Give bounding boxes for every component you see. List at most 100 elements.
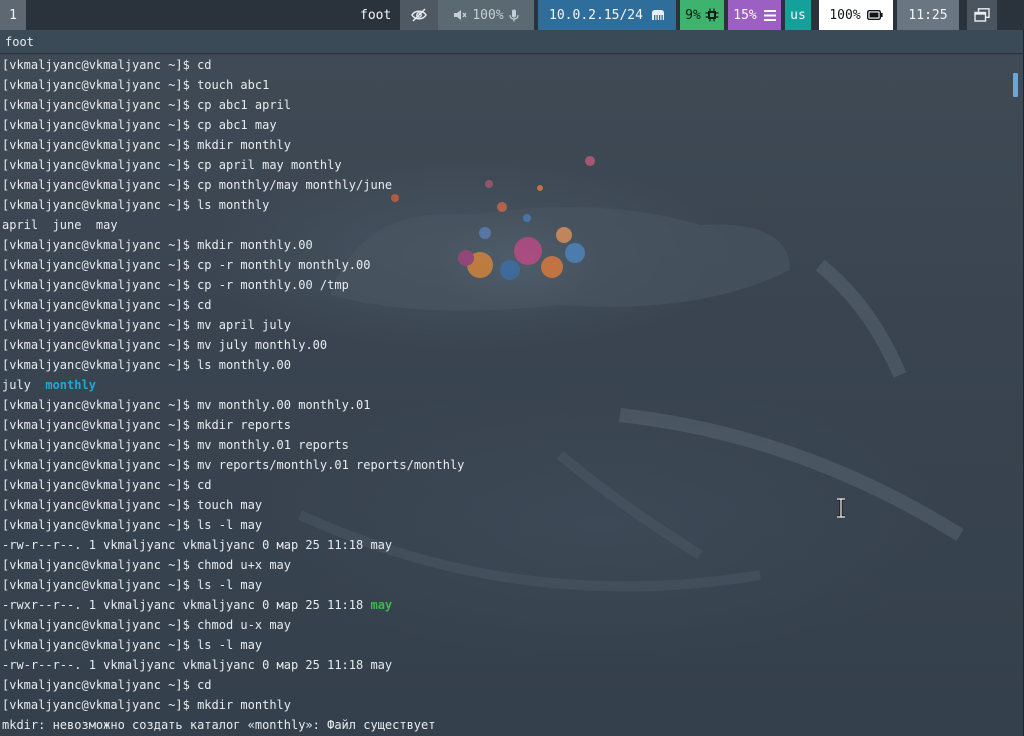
shell-prompt: [vkmaljyanc@vkmaljyanc ~]$ (2, 518, 198, 532)
memory-bars-icon (763, 9, 776, 21)
command-text: mkdir monthly (197, 698, 291, 712)
command-text: mv monthly.00 monthly.01 (197, 398, 371, 412)
terminal-output-line: -rw-r--r--. 1 vkmaljyanc vkmaljyanc 0 ма… (2, 655, 464, 675)
command-text: touch abc1 (197, 78, 270, 92)
shell-prompt: [vkmaljyanc@vkmaljyanc ~]$ (2, 478, 198, 492)
command-text: mv july monthly.00 (197, 338, 328, 352)
terminal-command-line: [vkmaljyanc@vkmaljyanc ~]$ cd (2, 55, 464, 75)
window-switcher-button[interactable] (967, 0, 997, 30)
terminal-command-line: [vkmaljyanc@vkmaljyanc ~]$ cd (2, 675, 464, 695)
terminal-command-line: [vkmaljyanc@vkmaljyanc ~]$ cp monthly/ma… (2, 175, 464, 195)
command-text: ls -l may (197, 578, 263, 592)
separator (959, 0, 967, 30)
shell-prompt: [vkmaljyanc@vkmaljyanc ~]$ (2, 78, 198, 92)
terminal-command-line: [vkmaljyanc@vkmaljyanc ~]$ ls monthly.00 (2, 355, 464, 375)
terminal-output-line: july monthly (2, 375, 464, 395)
idle-inhibitor-button[interactable] (400, 0, 438, 30)
terminal-command-line: [vkmaljyanc@vkmaljyanc ~]$ chmod u-x may (2, 615, 464, 635)
shell-prompt: [vkmaljyanc@vkmaljyanc ~]$ (2, 418, 198, 432)
shell-prompt: [vkmaljyanc@vkmaljyanc ~]$ (2, 398, 198, 412)
command-text: mkdir monthly (197, 138, 291, 152)
network-module[interactable]: 10.0.2.15/24 (538, 0, 676, 30)
shell-prompt: [vkmaljyanc@vkmaljyanc ~]$ (2, 178, 198, 192)
audio-module[interactable]: 100% (438, 0, 534, 30)
command-text: mv april july (197, 318, 291, 332)
command-text: cp -r monthly monthly.00 (197, 258, 371, 272)
command-text: cp -r monthly.00 /tmp (197, 278, 349, 292)
command-text: ls -l may (197, 638, 263, 652)
workspace-button[interactable]: 1 (0, 0, 26, 30)
output-text: -rwxr--r--. 1 vkmaljyanc vkmaljyanc 0 ма… (2, 598, 371, 612)
command-text: chmod u+x may (197, 558, 291, 572)
terminal-command-line: [vkmaljyanc@vkmaljyanc ~]$ touch may (2, 495, 464, 515)
terminal-command-line: [vkmaljyanc@vkmaljyanc ~]$ mv july month… (2, 335, 464, 355)
terminal-command-line: [vkmaljyanc@vkmaljyanc ~]$ mv april july (2, 315, 464, 335)
cpu-usage: 9% (685, 7, 701, 23)
battery-module[interactable]: 100% (819, 0, 893, 30)
terminal-command-line: [vkmaljyanc@vkmaljyanc ~]$ cp -r monthly… (2, 255, 464, 275)
shell-prompt: [vkmaljyanc@vkmaljyanc ~]$ (2, 118, 198, 132)
terminal-command-line: [vkmaljyanc@vkmaljyanc ~]$ cp -r monthly… (2, 275, 464, 295)
shell-prompt: [vkmaljyanc@vkmaljyanc ~]$ (2, 58, 198, 72)
terminal-command-line: [vkmaljyanc@vkmaljyanc ~]$ mkdir monthly… (2, 235, 464, 255)
shell-prompt: [vkmaljyanc@vkmaljyanc ~]$ (2, 298, 198, 312)
command-text: ls -l may (197, 518, 263, 532)
terminal-command-line: [vkmaljyanc@vkmaljyanc ~]$ cp abc1 may (2, 115, 464, 135)
command-text: mv monthly.01 reports (197, 438, 349, 452)
terminal-output: [vkmaljyanc@vkmaljyanc ~]$ cd [vkmaljyanc… (2, 55, 464, 735)
shell-prompt: [vkmaljyanc@vkmaljyanc ~]$ (2, 498, 198, 512)
output-text: april june may (2, 218, 118, 232)
focused-app-name: foot (360, 7, 392, 23)
command-text: cd (197, 678, 212, 692)
shell-prompt: [vkmaljyanc@vkmaljyanc ~]$ (2, 438, 198, 452)
executable-name: may (370, 598, 393, 612)
output-text: -rw-r--r--. 1 vkmaljyanc vkmaljyanc 0 ма… (2, 658, 393, 672)
cpu-chip-icon (705, 8, 719, 22)
shell-prompt: [vkmaljyanc@vkmaljyanc ~]$ (2, 678, 198, 692)
workspace-number: 1 (9, 7, 17, 23)
status-bar: 1 foot 100% 10.0.2.15/24 9% 15% us 100% … (0, 0, 1024, 30)
directory-name: monthly (45, 378, 96, 392)
command-text: cd (197, 58, 212, 72)
terminal-view[interactable]: [vkmaljyanc@vkmaljyanc ~]$ cd [vkmaljyanc… (0, 55, 1024, 736)
command-text: cp abc1 april (197, 98, 291, 112)
shell-prompt: [vkmaljyanc@vkmaljyanc ~]$ (2, 338, 198, 352)
shell-prompt: [vkmaljyanc@vkmaljyanc ~]$ (2, 618, 198, 632)
window-titlebar[interactable]: foot (0, 30, 1024, 54)
terminal-command-line: [vkmaljyanc@vkmaljyanc ~]$ mkdir monthly (2, 135, 464, 155)
shell-prompt: [vkmaljyanc@vkmaljyanc ~]$ (2, 638, 198, 652)
shell-prompt: [vkmaljyanc@vkmaljyanc ~]$ (2, 158, 198, 172)
shell-prompt: [vkmaljyanc@vkmaljyanc ~]$ (2, 358, 198, 372)
command-text: mkdir reports (197, 418, 291, 432)
keyboard-layout[interactable]: us (785, 0, 811, 30)
terminal-command-line: [vkmaljyanc@vkmaljyanc ~]$ mkdir reports (2, 415, 464, 435)
text-cursor-icon (837, 498, 845, 518)
terminal-command-line: [vkmaljyanc@vkmaljyanc ~]$ ls -l may (2, 635, 464, 655)
command-text: cp april may monthly (197, 158, 342, 172)
clock[interactable]: 11:25 (897, 0, 959, 30)
terminal-output-line: mkdir: невозможно создать каталог «month… (2, 715, 464, 735)
terminal-command-line: [vkmaljyanc@vkmaljyanc ~]$ mv reports/mo… (2, 455, 464, 475)
shell-prompt: [vkmaljyanc@vkmaljyanc ~]$ (2, 198, 198, 212)
command-text: ls monthly (197, 198, 270, 212)
shell-prompt: [vkmaljyanc@vkmaljyanc ~]$ (2, 258, 198, 272)
shell-prompt: [vkmaljyanc@vkmaljyanc ~]$ (2, 98, 198, 112)
terminal-command-line: [vkmaljyanc@vkmaljyanc ~]$ ls -l may (2, 575, 464, 595)
terminal-command-line: [vkmaljyanc@vkmaljyanc ~]$ chmod u+x may (2, 555, 464, 575)
shell-prompt: [vkmaljyanc@vkmaljyanc ~]$ (2, 578, 198, 592)
speaker-muted-icon (454, 10, 467, 20)
terminal-command-line: [vkmaljyanc@vkmaljyanc ~]$ cp abc1 april (2, 95, 464, 115)
scrollbar-thumb[interactable] (1013, 73, 1018, 97)
command-text: ls monthly.00 (197, 358, 291, 372)
shell-prompt: [vkmaljyanc@vkmaljyanc ~]$ (2, 138, 198, 152)
shell-prompt: [vkmaljyanc@vkmaljyanc ~]$ (2, 318, 198, 332)
cpu-module[interactable]: 9% (680, 0, 724, 30)
memory-module[interactable]: 15% (728, 0, 781, 30)
shell-prompt: [vkmaljyanc@vkmaljyanc ~]$ (2, 698, 198, 712)
window-title: foot (5, 35, 34, 49)
battery-full-icon (866, 10, 883, 20)
terminal-output-line: april june may (2, 215, 464, 235)
shell-prompt: [vkmaljyanc@vkmaljyanc ~]$ (2, 458, 198, 472)
output-text: -rw-r--r--. 1 vkmaljyanc vkmaljyanc 0 ма… (2, 538, 393, 552)
terminal-output-line: -rw-r--r--. 1 vkmaljyanc vkmaljyanc 0 ма… (2, 535, 464, 555)
